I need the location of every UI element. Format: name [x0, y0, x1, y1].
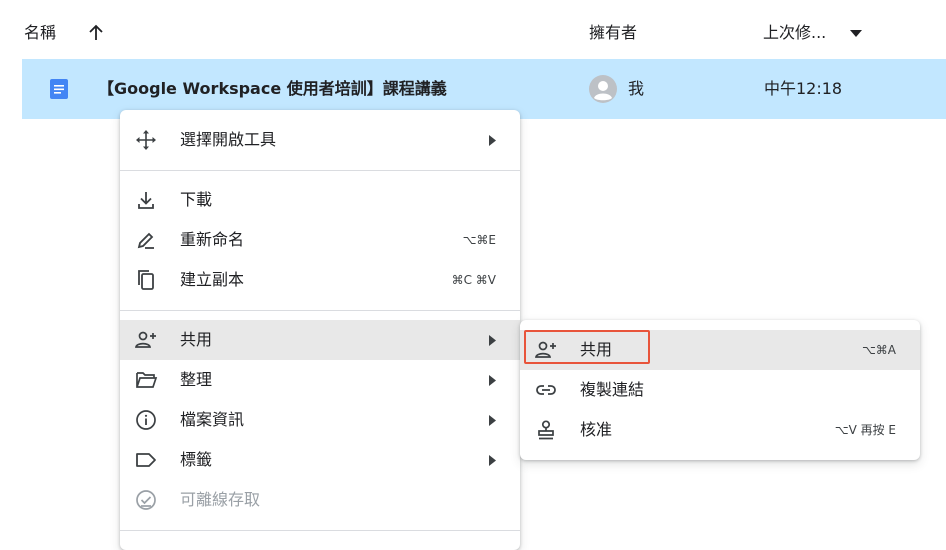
- menu-item-share[interactable]: 共用: [120, 320, 520, 360]
- menu-item-make-copy[interactable]: 建立副本 ⌘C ⌘V: [120, 260, 520, 300]
- offline-check-icon: [136, 490, 156, 510]
- file-list-header: 名稱 擁有者 上次修...: [0, 0, 946, 60]
- submenu-arrow-icon: [489, 415, 496, 426]
- menu-item-available-offline: 可離線存取: [120, 480, 520, 520]
- download-icon: [138, 192, 154, 209]
- menu-label: 複製連結: [580, 380, 645, 399]
- menu-divider: [120, 170, 520, 171]
- submenu-arrow-icon: [489, 375, 496, 386]
- info-icon: [136, 410, 156, 430]
- menu-label: 選擇開啟工具: [180, 130, 277, 149]
- menu-item-open-with[interactable]: 選擇開啟工具: [120, 120, 520, 160]
- menu-item-labels[interactable]: 標籤: [120, 440, 520, 480]
- menu-divider: [120, 310, 520, 311]
- file-owner: 我: [628, 79, 645, 98]
- highlight-annotation: [524, 330, 650, 364]
- menu-label: 共用: [180, 330, 213, 349]
- sort-ascending-icon[interactable]: [87, 22, 105, 44]
- menu-label: 標籤: [180, 450, 213, 469]
- copy-icon: [138, 270, 154, 290]
- submenu-item-approve[interactable]: 核准 ⌥V 再按 E: [520, 410, 920, 450]
- submenu-item-copy-link[interactable]: 複製連結: [520, 370, 920, 410]
- stamp-icon: [538, 420, 554, 440]
- name-column-header[interactable]: 名稱: [24, 22, 56, 44]
- file-name[interactable]: 【Google Workspace 使用者培訓】課程講義: [98, 78, 447, 100]
- file-context-menu: 選擇開啟工具 下載 重新命名 ⌥⌘E 建立副本 ⌘C ⌘V 共用 整理 檔案資訊…: [120, 110, 520, 550]
- link-icon: [536, 385, 556, 395]
- user-avatar-icon: [589, 75, 617, 103]
- menu-divider: [120, 530, 520, 531]
- menu-item-rename[interactable]: 重新命名 ⌥⌘E: [120, 220, 520, 260]
- caret-down-icon[interactable]: [849, 28, 863, 38]
- keyboard-shortcut: ⌥⌘E: [462, 233, 496, 247]
- menu-label: 下載: [180, 190, 213, 209]
- submenu-arrow-icon: [489, 455, 496, 466]
- folder-open-icon: [136, 372, 158, 388]
- menu-label: 重新命名: [180, 230, 245, 249]
- menu-label: 建立副本: [180, 270, 245, 289]
- last-modified-column-header[interactable]: 上次修...: [763, 22, 826, 44]
- submenu-arrow-icon: [489, 335, 496, 346]
- keyboard-shortcut: ⌘C ⌘V: [451, 273, 496, 287]
- menu-item-download[interactable]: 下載: [120, 180, 520, 220]
- menu-label: 整理: [180, 370, 213, 389]
- owner-column-header[interactable]: 擁有者: [589, 22, 637, 44]
- keyboard-shortcut: ⌥V 再按 E: [834, 423, 896, 437]
- keyboard-shortcut: ⌥⌘A: [861, 343, 896, 357]
- menu-label: 檔案資訊: [180, 410, 245, 429]
- menu-item-file-info[interactable]: 檔案資訊: [120, 400, 520, 440]
- person-add-icon: [135, 331, 156, 348]
- move-arrows-icon: [136, 130, 156, 150]
- menu-label: 可離線存取: [180, 490, 261, 509]
- menu-label: 核准: [580, 420, 613, 439]
- google-docs-icon: [50, 79, 68, 99]
- file-modified-time: 中午12:18: [764, 79, 843, 98]
- pencil-icon: [137, 232, 154, 249]
- submenu-arrow-icon: [489, 135, 496, 146]
- menu-item-organize[interactable]: 整理: [120, 360, 520, 400]
- label-tag-icon: [136, 453, 156, 467]
